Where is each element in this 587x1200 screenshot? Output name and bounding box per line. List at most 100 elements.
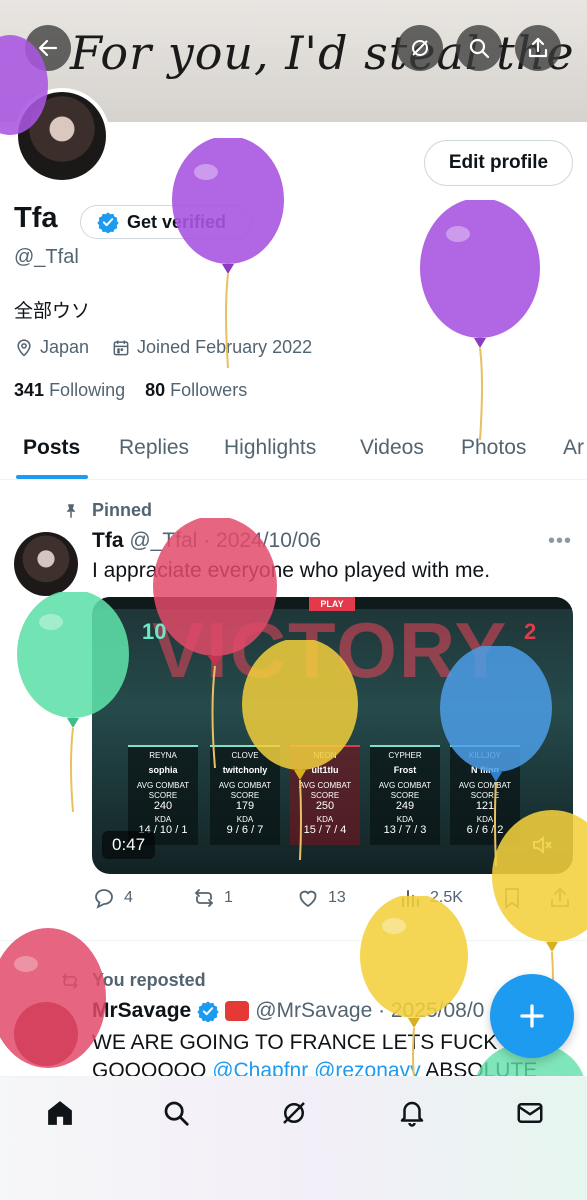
- edit-profile-button[interactable]: Edit profile: [424, 140, 573, 186]
- compose-post-button[interactable]: [490, 974, 574, 1058]
- player-agent: CYPHER: [388, 751, 422, 760]
- nav-grok[interactable]: [276, 1095, 312, 1131]
- profile-handle: @_Tfal: [14, 246, 79, 268]
- player-card: KILLJOY N fling AVG COMBAT SCORE 121 KDA…: [450, 745, 520, 845]
- post-text: WE ARE GOING TO FRANCE LETS FUCK GOOOOOO…: [92, 1029, 562, 1077]
- post-text-tail: ABSOLUTE: [420, 1059, 538, 1077]
- bookmark-button[interactable]: [500, 886, 524, 910]
- mention-link[interactable]: @rezonavy: [314, 1059, 421, 1077]
- grok-icon: [283, 1102, 305, 1124]
- player-acs: 179: [235, 800, 255, 812]
- player-acs: 240: [153, 800, 173, 812]
- player-agent: CLOVE: [231, 751, 259, 760]
- verified-badge-icon: [197, 1001, 219, 1022]
- grok-icon: [412, 40, 428, 56]
- plus-icon: [520, 1004, 544, 1028]
- player-card: REYNA sophia AVG COMBAT SCORE 240 KDA 14…: [128, 745, 198, 845]
- like-button[interactable]: 13: [296, 886, 346, 910]
- post-meta: @_Tfal · 2024/10/06: [129, 529, 322, 552]
- search-button[interactable]: [456, 25, 502, 71]
- post-actions: 4 1 13 2.5K: [92, 886, 573, 916]
- player-acs: 249: [395, 800, 415, 812]
- get-verified-button[interactable]: Get verified: [80, 205, 252, 239]
- player-card: CLOVE twitchonly AVG COMBAT SCORE 179 KD…: [210, 745, 280, 845]
- post-header: Tfa @_Tfal · 2024/10/06: [92, 529, 321, 553]
- post-text: I appraciate everyone who played with me…: [92, 559, 491, 582]
- followers-label: Followers: [170, 380, 248, 400]
- reply-icon: [95, 889, 113, 909]
- share-icon: [528, 37, 548, 58]
- share-icon: [551, 888, 569, 907]
- following-link[interactable]: 341 Following: [14, 380, 125, 400]
- acs-label: AVG COMBAT SCORE: [378, 781, 432, 800]
- banner-text: For you, I'd steal the stars.: [70, 26, 587, 80]
- grok-button[interactable]: [397, 25, 443, 71]
- post-divider: [0, 940, 587, 941]
- post-avatar[interactable]: [14, 532, 78, 596]
- get-verified-label: Get verified: [127, 211, 227, 232]
- acs-label: AVG COMBAT SCORE: [218, 781, 272, 800]
- player-card: CYPHER Frost AVG COMBAT SCORE 249 KDA 13…: [370, 745, 440, 845]
- profile-location: Japan: [40, 337, 90, 357]
- repost-icon: [195, 889, 213, 907]
- bookmark-icon: [505, 888, 519, 909]
- player-name: sophia: [148, 765, 178, 775]
- tab-posts[interactable]: Posts: [23, 436, 80, 460]
- mention-link[interactable]: @Chapfnr: [212, 1059, 308, 1077]
- nav-messages[interactable]: [512, 1095, 548, 1131]
- arrow-left-icon: [38, 39, 58, 57]
- nav-home[interactable]: [42, 1095, 78, 1131]
- player-acs: 121: [475, 800, 495, 812]
- player-name: twitchonly: [222, 765, 268, 775]
- player-agent: NEON: [313, 751, 337, 760]
- repost-count: 1: [224, 889, 233, 906]
- video-duration: 0:47: [102, 831, 156, 859]
- profile-joined: Joined February 2022: [137, 337, 313, 357]
- bottom-navigation: [0, 1076, 587, 1200]
- post-author-name[interactable]: Tfa: [92, 529, 124, 552]
- tab-photos[interactable]: Photos: [461, 436, 526, 460]
- heart-icon: [299, 890, 317, 908]
- repost-button[interactable]: 1: [192, 886, 233, 910]
- tab-videos[interactable]: Videos: [360, 436, 424, 460]
- home-icon: [48, 1101, 72, 1125]
- nav-notifications[interactable]: [394, 1095, 430, 1131]
- tab-articles[interactable]: Ar: [563, 436, 584, 460]
- post-meta: @MrSavage · 2025/08/0: [255, 999, 485, 1022]
- pinned-indicator: Pinned: [62, 500, 152, 521]
- repost-indicator: You reposted: [60, 970, 206, 991]
- pinned-label: Pinned: [92, 500, 153, 520]
- following-count: 341: [14, 380, 45, 400]
- post-avatar[interactable]: [14, 1002, 78, 1066]
- player-name: ult1tlu: [311, 765, 339, 775]
- location-icon: [17, 338, 31, 357]
- verified-badge-icon: [97, 212, 119, 233]
- player-name: N fling: [471, 765, 499, 775]
- views-button[interactable]: 2.5K: [398, 886, 463, 910]
- tab-highlights[interactable]: Highlights: [224, 436, 316, 460]
- player-kda: 15 / 7 / 4: [303, 824, 347, 836]
- reply-button[interactable]: 4: [92, 886, 133, 910]
- player-kda: 6 / 6 / 2: [466, 824, 504, 836]
- followers-link[interactable]: 80 Followers: [145, 380, 247, 400]
- acs-label: AVG COMBAT SCORE: [298, 781, 352, 800]
- acs-label: AVG COMBAT SCORE: [458, 781, 512, 800]
- repost-label: You reposted: [92, 970, 206, 990]
- followers-count: 80: [145, 380, 166, 400]
- more-options-icon[interactable]: •••: [548, 530, 572, 553]
- tab-replies[interactable]: Replies: [119, 436, 189, 460]
- mute-icon[interactable]: [530, 833, 554, 857]
- nav-search[interactable]: [158, 1095, 194, 1131]
- bell-icon: [400, 1101, 424, 1127]
- post-author-name[interactable]: MrSavage: [92, 999, 191, 1023]
- back-button[interactable]: [25, 25, 71, 71]
- share-button[interactable]: [515, 25, 561, 71]
- profile-avatar[interactable]: [14, 88, 110, 184]
- share-post-button[interactable]: [548, 886, 572, 910]
- calendar-icon: [113, 340, 129, 355]
- profile-name: Tfa: [14, 202, 58, 234]
- player-kda: 9 / 6 / 7: [226, 824, 264, 836]
- balloon-purple-decoration: [172, 138, 284, 368]
- post-video[interactable]: PLAY VICTORY 10 2 REYNA sophia AVG COMBA…: [92, 597, 573, 874]
- player-agent: KILLJOY: [468, 751, 501, 760]
